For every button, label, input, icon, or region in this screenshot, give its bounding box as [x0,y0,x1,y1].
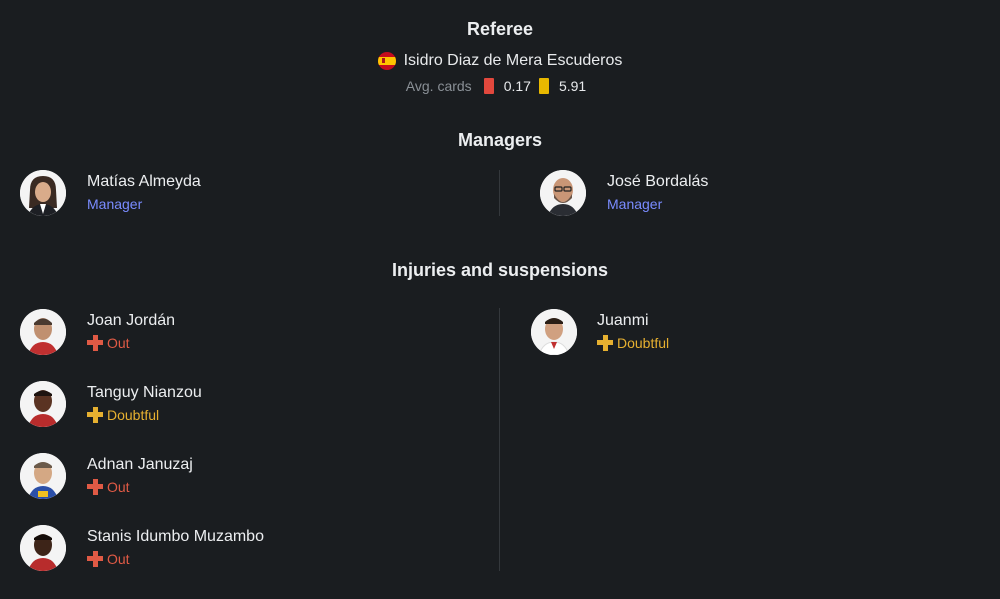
avatar [20,170,66,216]
manager-away[interactable]: José Bordalás Manager [540,170,708,216]
avatar [20,453,66,499]
injury-cross-icon [87,479,103,495]
injury-cross-icon [87,335,103,351]
managers-title: Managers [457,130,543,150]
injuries-divider [499,308,500,571]
injuries-title: Injuries and suspensions [391,260,609,280]
referee-avg-cards: Avg. cards 0.17 5.91 [0,78,1000,94]
manager-name: Matías Almeyda [87,173,201,190]
avatar [540,170,586,216]
manager-home[interactable]: Matías Almeyda Manager [20,170,201,216]
red-card-icon [483,78,494,94]
player-name: Joan Jordán [87,312,176,329]
status-badge: Doubtful [87,405,202,425]
referee-row: Isidro Diaz de Mera Escuderos [0,52,1000,70]
injury-cross-icon [87,551,103,567]
player-name: Stanis Idumbo Muzambo [87,528,264,545]
status-badge: Doubtful [597,333,669,353]
player-name: Adnan Januzaj [87,456,193,473]
manager-name: José Bordalás [607,173,709,190]
avatar [20,525,66,571]
status-badge: Out [87,477,193,497]
referee-name[interactable]: Isidro Diaz de Mera Escuderos [404,52,623,70]
injury-cross-icon [597,335,613,351]
player-name: Juanmi [597,312,649,329]
avatar [531,309,577,355]
avatar [20,309,66,355]
injury-cross-icon [87,407,103,423]
red-card-avg: 0.17 [503,78,531,94]
status-label: Doubtful [617,335,670,351]
injury-item[interactable]: Adnan Januzaj Out [20,453,193,499]
managers-divider [499,170,500,216]
injury-item[interactable]: Joan Jordán Out [20,309,175,355]
status-label: Doubtful [107,407,160,423]
referee-title: Referee [466,19,534,39]
injury-item[interactable]: Stanis Idumbo Muzambo Out [20,525,264,571]
status-badge: Out [87,333,175,353]
injury-item[interactable]: Juanmi Doubtful [531,309,669,355]
yellow-card-icon [538,78,549,94]
avatar [20,381,66,427]
player-name: Tanguy Nianzou [87,384,202,401]
manager-role: Manager [87,196,143,212]
status-badge: Out [87,549,264,569]
injury-item[interactable]: Tanguy Nianzou Doubtful [20,381,202,427]
status-label: Out [107,551,130,567]
avg-cards-label: Avg. cards [405,78,472,94]
yellow-card-avg: 5.91 [558,78,587,94]
status-label: Out [107,335,130,351]
manager-role: Manager [607,196,663,212]
status-label: Out [107,479,130,495]
spain-flag-icon [377,52,396,70]
